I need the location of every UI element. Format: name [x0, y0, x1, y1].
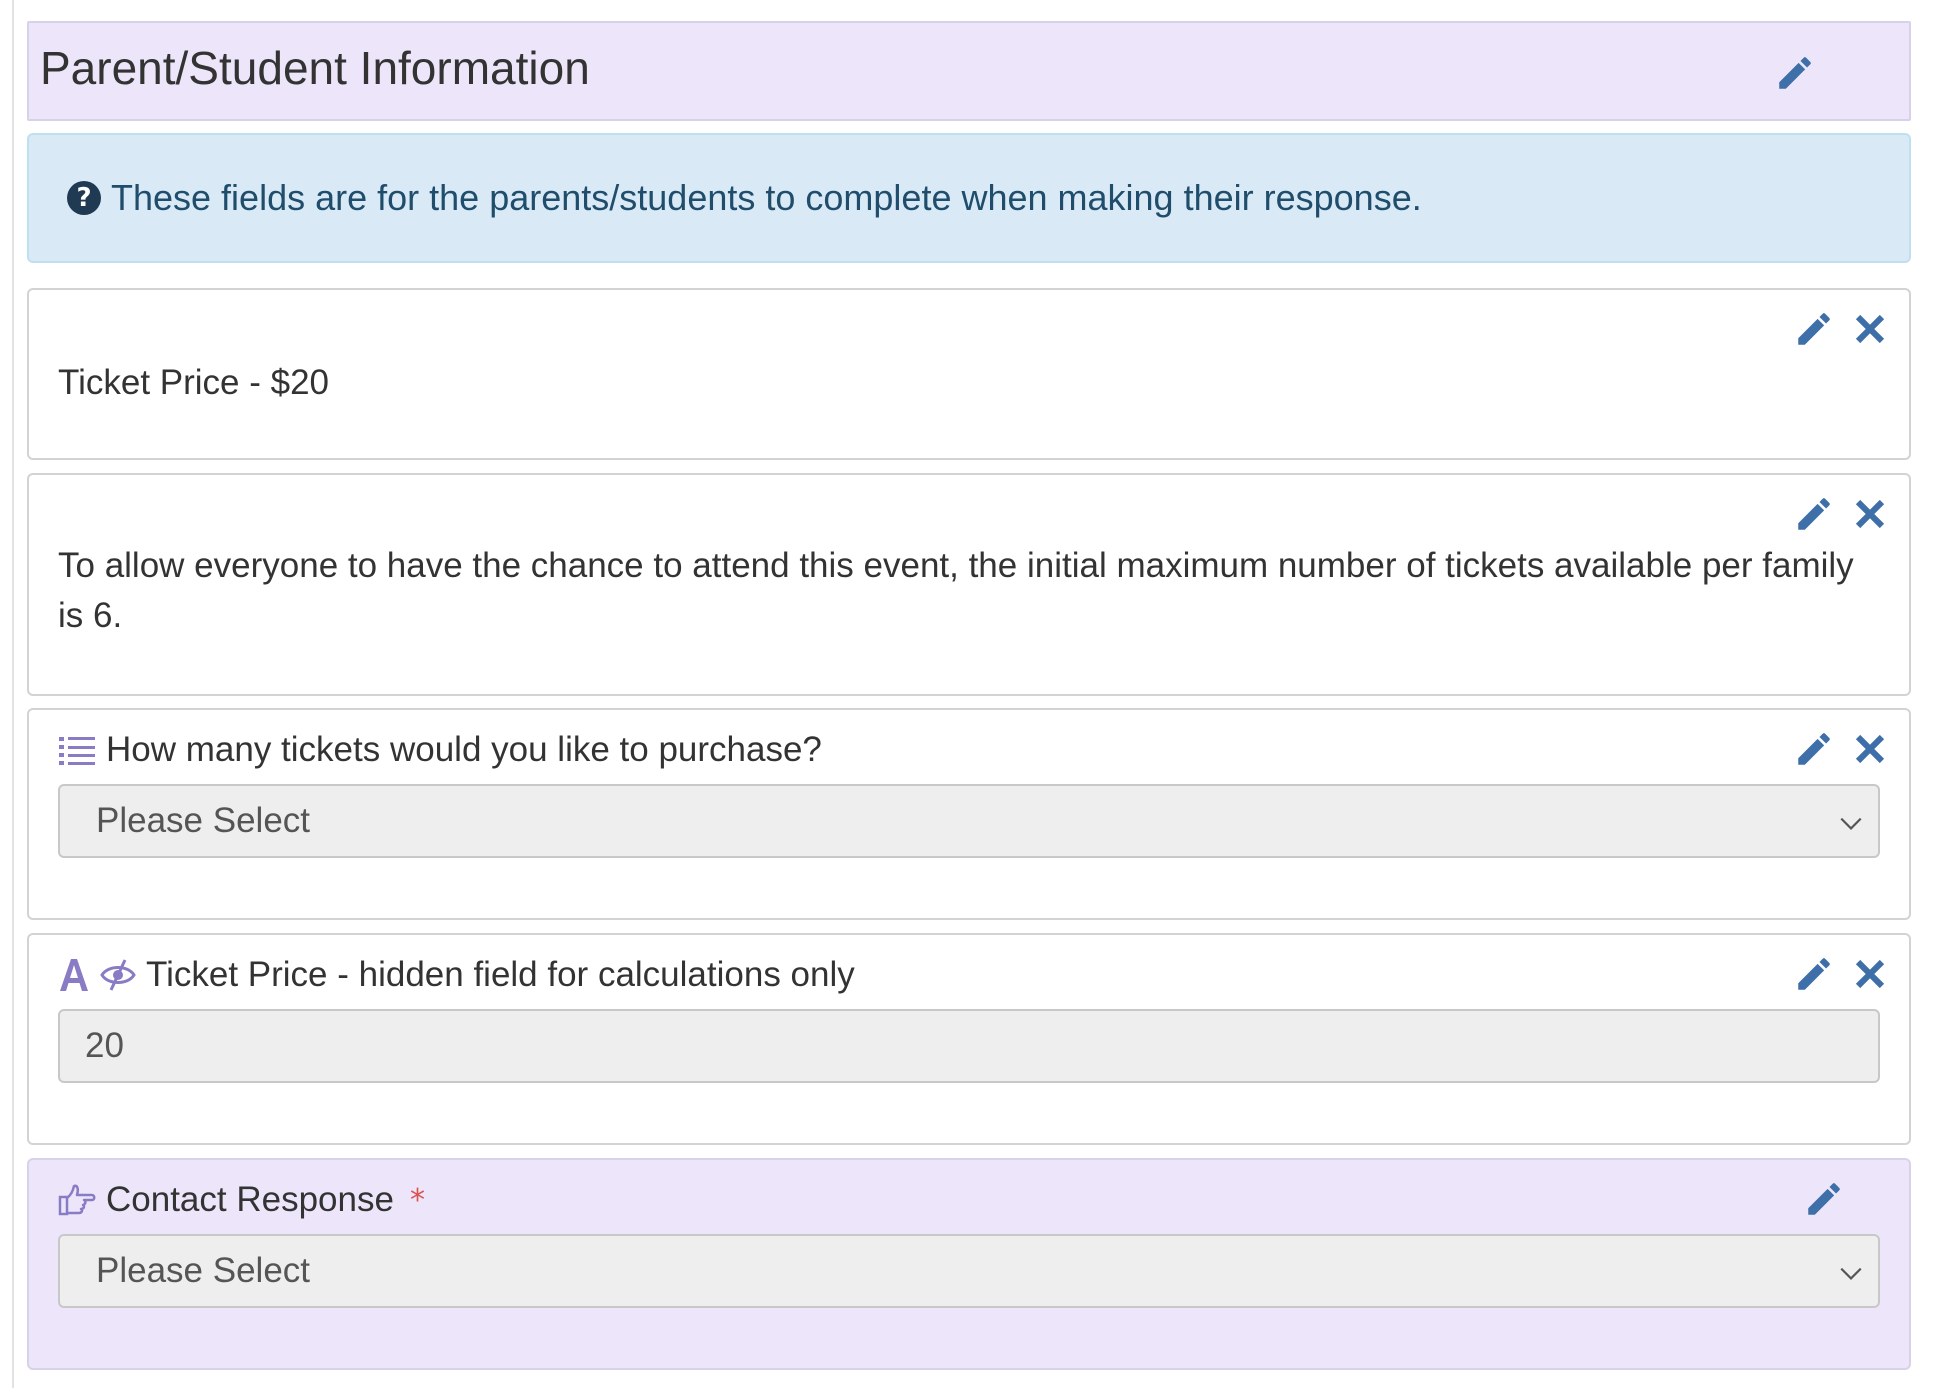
- section-header: Parent/Student Information: [27, 21, 1911, 121]
- ticket-price-hidden-input[interactable]: 20: [58, 1009, 1880, 1083]
- form-block-ticket-quantity: How many tickets would you like to purch…: [27, 708, 1911, 920]
- chevron-down-icon: [1838, 810, 1864, 836]
- field-label: Contact Response *: [58, 1180, 425, 1220]
- edit-pencil-icon[interactable]: [1793, 493, 1835, 535]
- block-text: To allow everyone to have the chance to …: [58, 546, 1854, 635]
- field-label-text: Ticket Price - hidden field for calculat…: [146, 955, 855, 994]
- form-block-hidden-ticket-price: Ticket Price - hidden field for calculat…: [27, 933, 1911, 1145]
- hidden-eye-icon: [100, 957, 136, 993]
- contact-response-select[interactable]: Please Select: [58, 1234, 1880, 1308]
- delete-x-icon[interactable]: [1849, 493, 1891, 535]
- select-value: Please Select: [96, 1251, 311, 1290]
- delete-x-icon[interactable]: [1849, 308, 1891, 350]
- delete-x-icon[interactable]: [1849, 728, 1891, 770]
- form-block-contact-response: Contact Response * Please Select: [27, 1158, 1911, 1370]
- info-alert: ? These fields are for the parents/stude…: [27, 133, 1911, 263]
- form-block-max-tickets-text: To allow everyone to have the chance to …: [27, 473, 1911, 696]
- edit-pencil-icon[interactable]: [1793, 728, 1835, 770]
- edit-pencil-icon[interactable]: [1793, 308, 1835, 350]
- delete-x-icon[interactable]: [1849, 953, 1891, 995]
- required-asterisk-icon: *: [409, 1182, 425, 1218]
- section-title: Parent/Student Information: [40, 42, 590, 94]
- question-circle-icon: ?: [67, 181, 101, 215]
- field-label: How many tickets would you like to purch…: [58, 730, 822, 770]
- pointing-hand-icon: [58, 1183, 96, 1217]
- form-builder-page: Parent/Student Information ? These field…: [0, 0, 1936, 1388]
- list-icon: [58, 734, 96, 766]
- select-value: Please Select: [96, 801, 311, 840]
- field-label-text: How many tickets would you like to purch…: [106, 730, 822, 769]
- field-label-text: Contact Response: [106, 1180, 394, 1219]
- info-alert-text: These fields are for the parents/student…: [111, 177, 1422, 218]
- field-label: Ticket Price - hidden field for calculat…: [58, 955, 855, 995]
- ticket-quantity-select[interactable]: Please Select: [58, 784, 1880, 858]
- edit-pencil-icon[interactable]: [1803, 1178, 1845, 1220]
- chevron-down-icon: [1838, 1260, 1864, 1286]
- info-alert-content: ? These fields are for the parents/stude…: [67, 177, 1422, 219]
- block-text: Ticket Price - $20: [58, 363, 330, 402]
- edit-section-pencil-icon[interactable]: [1774, 52, 1816, 94]
- input-value: 20: [85, 1026, 124, 1065]
- edit-pencil-icon[interactable]: [1793, 953, 1835, 995]
- form-block-ticket-price-text: Ticket Price - $20: [27, 288, 1911, 460]
- text-field-icon: [58, 957, 90, 993]
- left-border-line: [12, 0, 14, 1388]
